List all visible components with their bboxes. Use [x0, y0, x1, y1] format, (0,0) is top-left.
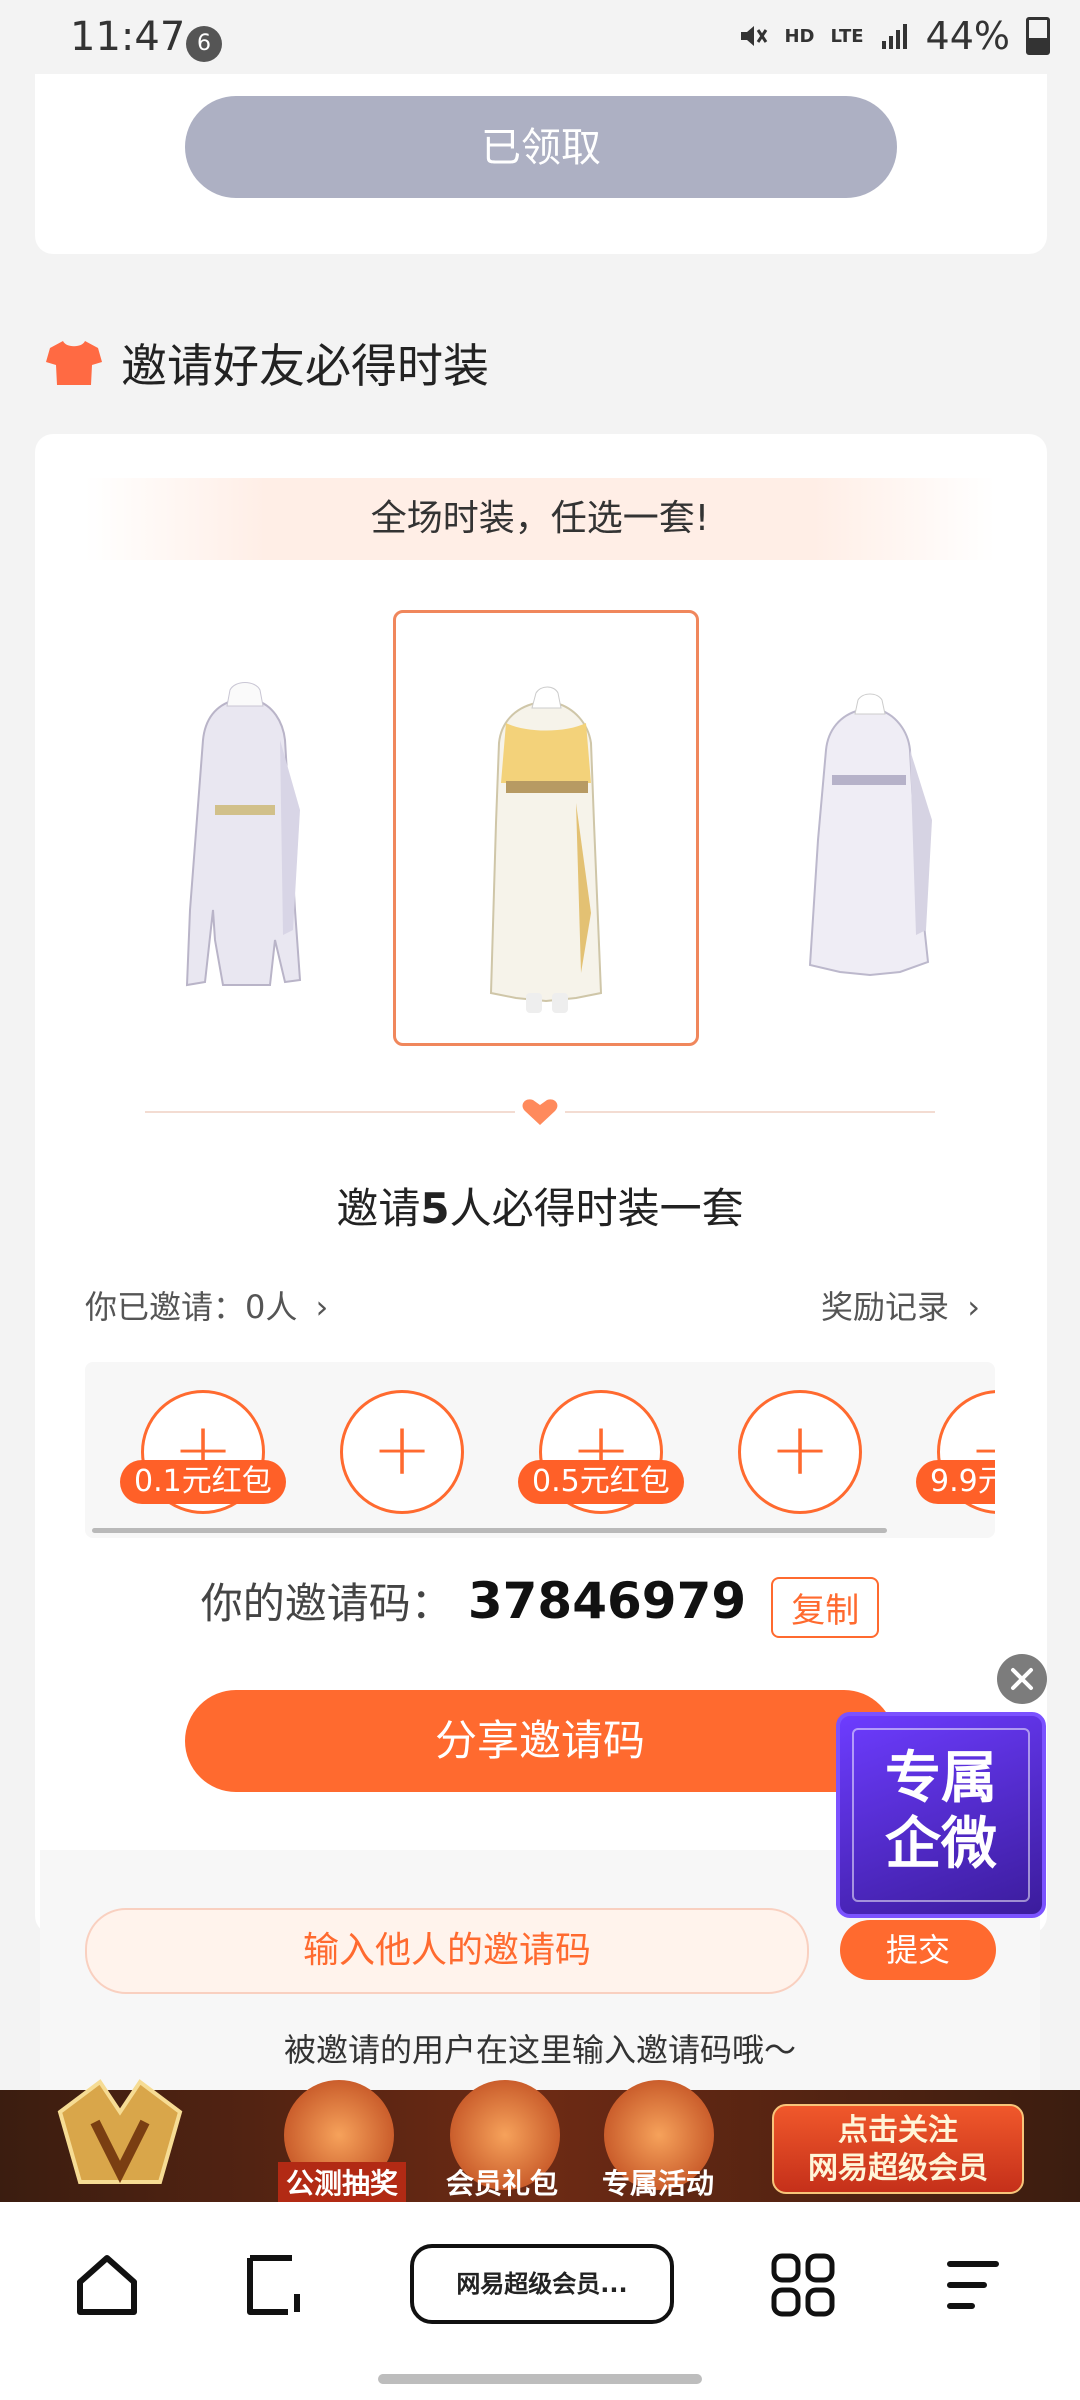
chevron-right-icon: › — [315, 1288, 329, 1326]
input-hint: 被邀请的用户在这里输入邀请码哦～ — [283, 2031, 796, 2069]
invite-title-count: 5 — [420, 1184, 450, 1233]
home-icon[interactable] — [72, 2250, 142, 2320]
chevron-right-icon: › — [967, 1288, 980, 1326]
status-bar: 11:47 6 HD LTE 44% — [0, 0, 1080, 74]
outfit-image — [808, 693, 932, 977]
invite-code-value: 37846979 — [467, 1572, 747, 1630]
promo-gift-label: 会员礼包 — [446, 2167, 559, 2200]
reward-records-label: 奖励记录 — [821, 1288, 950, 1326]
follow-cta-button[interactable]: 点击关注 网易超级会员 — [772, 2104, 1024, 2194]
outfit-left[interactable] — [95, 610, 395, 1040]
invite-code-label: 你的邀请码： — [200, 1579, 453, 1628]
signal-icon — [881, 24, 907, 49]
outfit-image — [185, 682, 302, 987]
invite-slot-4[interactable]: + — [738, 1390, 862, 1514]
battery-icon — [1026, 17, 1050, 55]
invite-code-row: 你的邀请码： 37846979 复制 — [0, 1570, 1080, 1644]
section-title: 邀请好友必得时装 — [121, 339, 489, 393]
outfit-right[interactable] — [720, 610, 1020, 1040]
submit-button[interactable]: 提交 — [840, 1920, 996, 1980]
invite-title-suffix: 人必得时装一套 — [449, 1184, 744, 1233]
home-indicator[interactable] — [378, 2374, 702, 2384]
wecom-badge[interactable]: 专属 企微 — [836, 1712, 1046, 1918]
battery-percent: 44% — [925, 14, 1010, 58]
heart-icon — [522, 1099, 558, 1125]
outfit-image — [489, 686, 603, 1013]
follow-cta-line2: 网易超级会员 — [808, 2151, 988, 2186]
heart-divider — [145, 1099, 935, 1125]
share-code-button[interactable]: 分享邀请码 — [185, 1690, 895, 1792]
promo-lottery-label: 公测抽奖 — [278, 2162, 407, 2202]
status-time: 11:47 — [70, 14, 186, 60]
reward-tag: 9.9元 — [916, 1460, 995, 1504]
outfit-middle-selected[interactable] — [393, 610, 699, 1046]
plus-icon: + — [769, 1407, 831, 1491]
invited-count-link[interactable]: 你已邀请：0人 › — [85, 1282, 328, 1328]
close-icon-graphic — [1011, 1668, 1033, 1690]
follow-cta-line1: 点击关注 — [838, 2113, 958, 2148]
outfit-banner: 全场时装，任选一套! — [85, 478, 995, 560]
address-bar[interactable]: 网易超级会员... — [410, 2244, 674, 2324]
wecom-badge-line1: 专属 — [885, 1746, 997, 1811]
reward-records-link[interactable]: 奖励记录 › — [821, 1282, 980, 1328]
apps-grid-icon[interactable] — [768, 2250, 838, 2320]
tshirt-icon — [46, 341, 102, 385]
wecom-badge-line2: 企微 — [885, 1812, 997, 1877]
tabs-icon[interactable] — [240, 2250, 310, 2320]
hd-label: HD — [784, 25, 815, 47]
plus-icon: + — [371, 1407, 433, 1491]
section-header: 邀请好友必得时装 — [45, 330, 489, 396]
menu-icon[interactable] — [938, 2250, 1008, 2320]
invite-slot-2[interactable]: + — [340, 1390, 464, 1514]
reward-tag: 0.1元红包 — [120, 1460, 286, 1504]
invite-title-prefix: 邀请 — [336, 1184, 421, 1233]
invite-code-input[interactable]: 输入他人的邀请码 — [85, 1908, 809, 1994]
crown-logo-icon — [57, 2079, 183, 2184]
notification-count-badge: 6 — [186, 26, 222, 62]
invited-count-label: 你已邀请：0人 — [85, 1288, 298, 1326]
close-icon[interactable] — [997, 1654, 1047, 1704]
reward-tag: 0.5元红包 — [518, 1460, 684, 1504]
mute-icon — [741, 26, 768, 46]
lte-label: LTE — [830, 25, 864, 47]
horizontal-scrollbar[interactable] — [92, 1528, 887, 1533]
invite-title: 邀请5人必得时装一套 — [0, 1175, 1080, 1236]
reward-tag-clip: 9.9元 — [916, 1460, 995, 1504]
status-icons: HD LTE 44% — [738, 14, 1050, 58]
claimed-button[interactable]: 已领取 — [185, 96, 897, 198]
copy-button[interactable]: 复制 — [771, 1577, 880, 1638]
promo-activity-label: 专属活动 — [602, 2167, 715, 2200]
